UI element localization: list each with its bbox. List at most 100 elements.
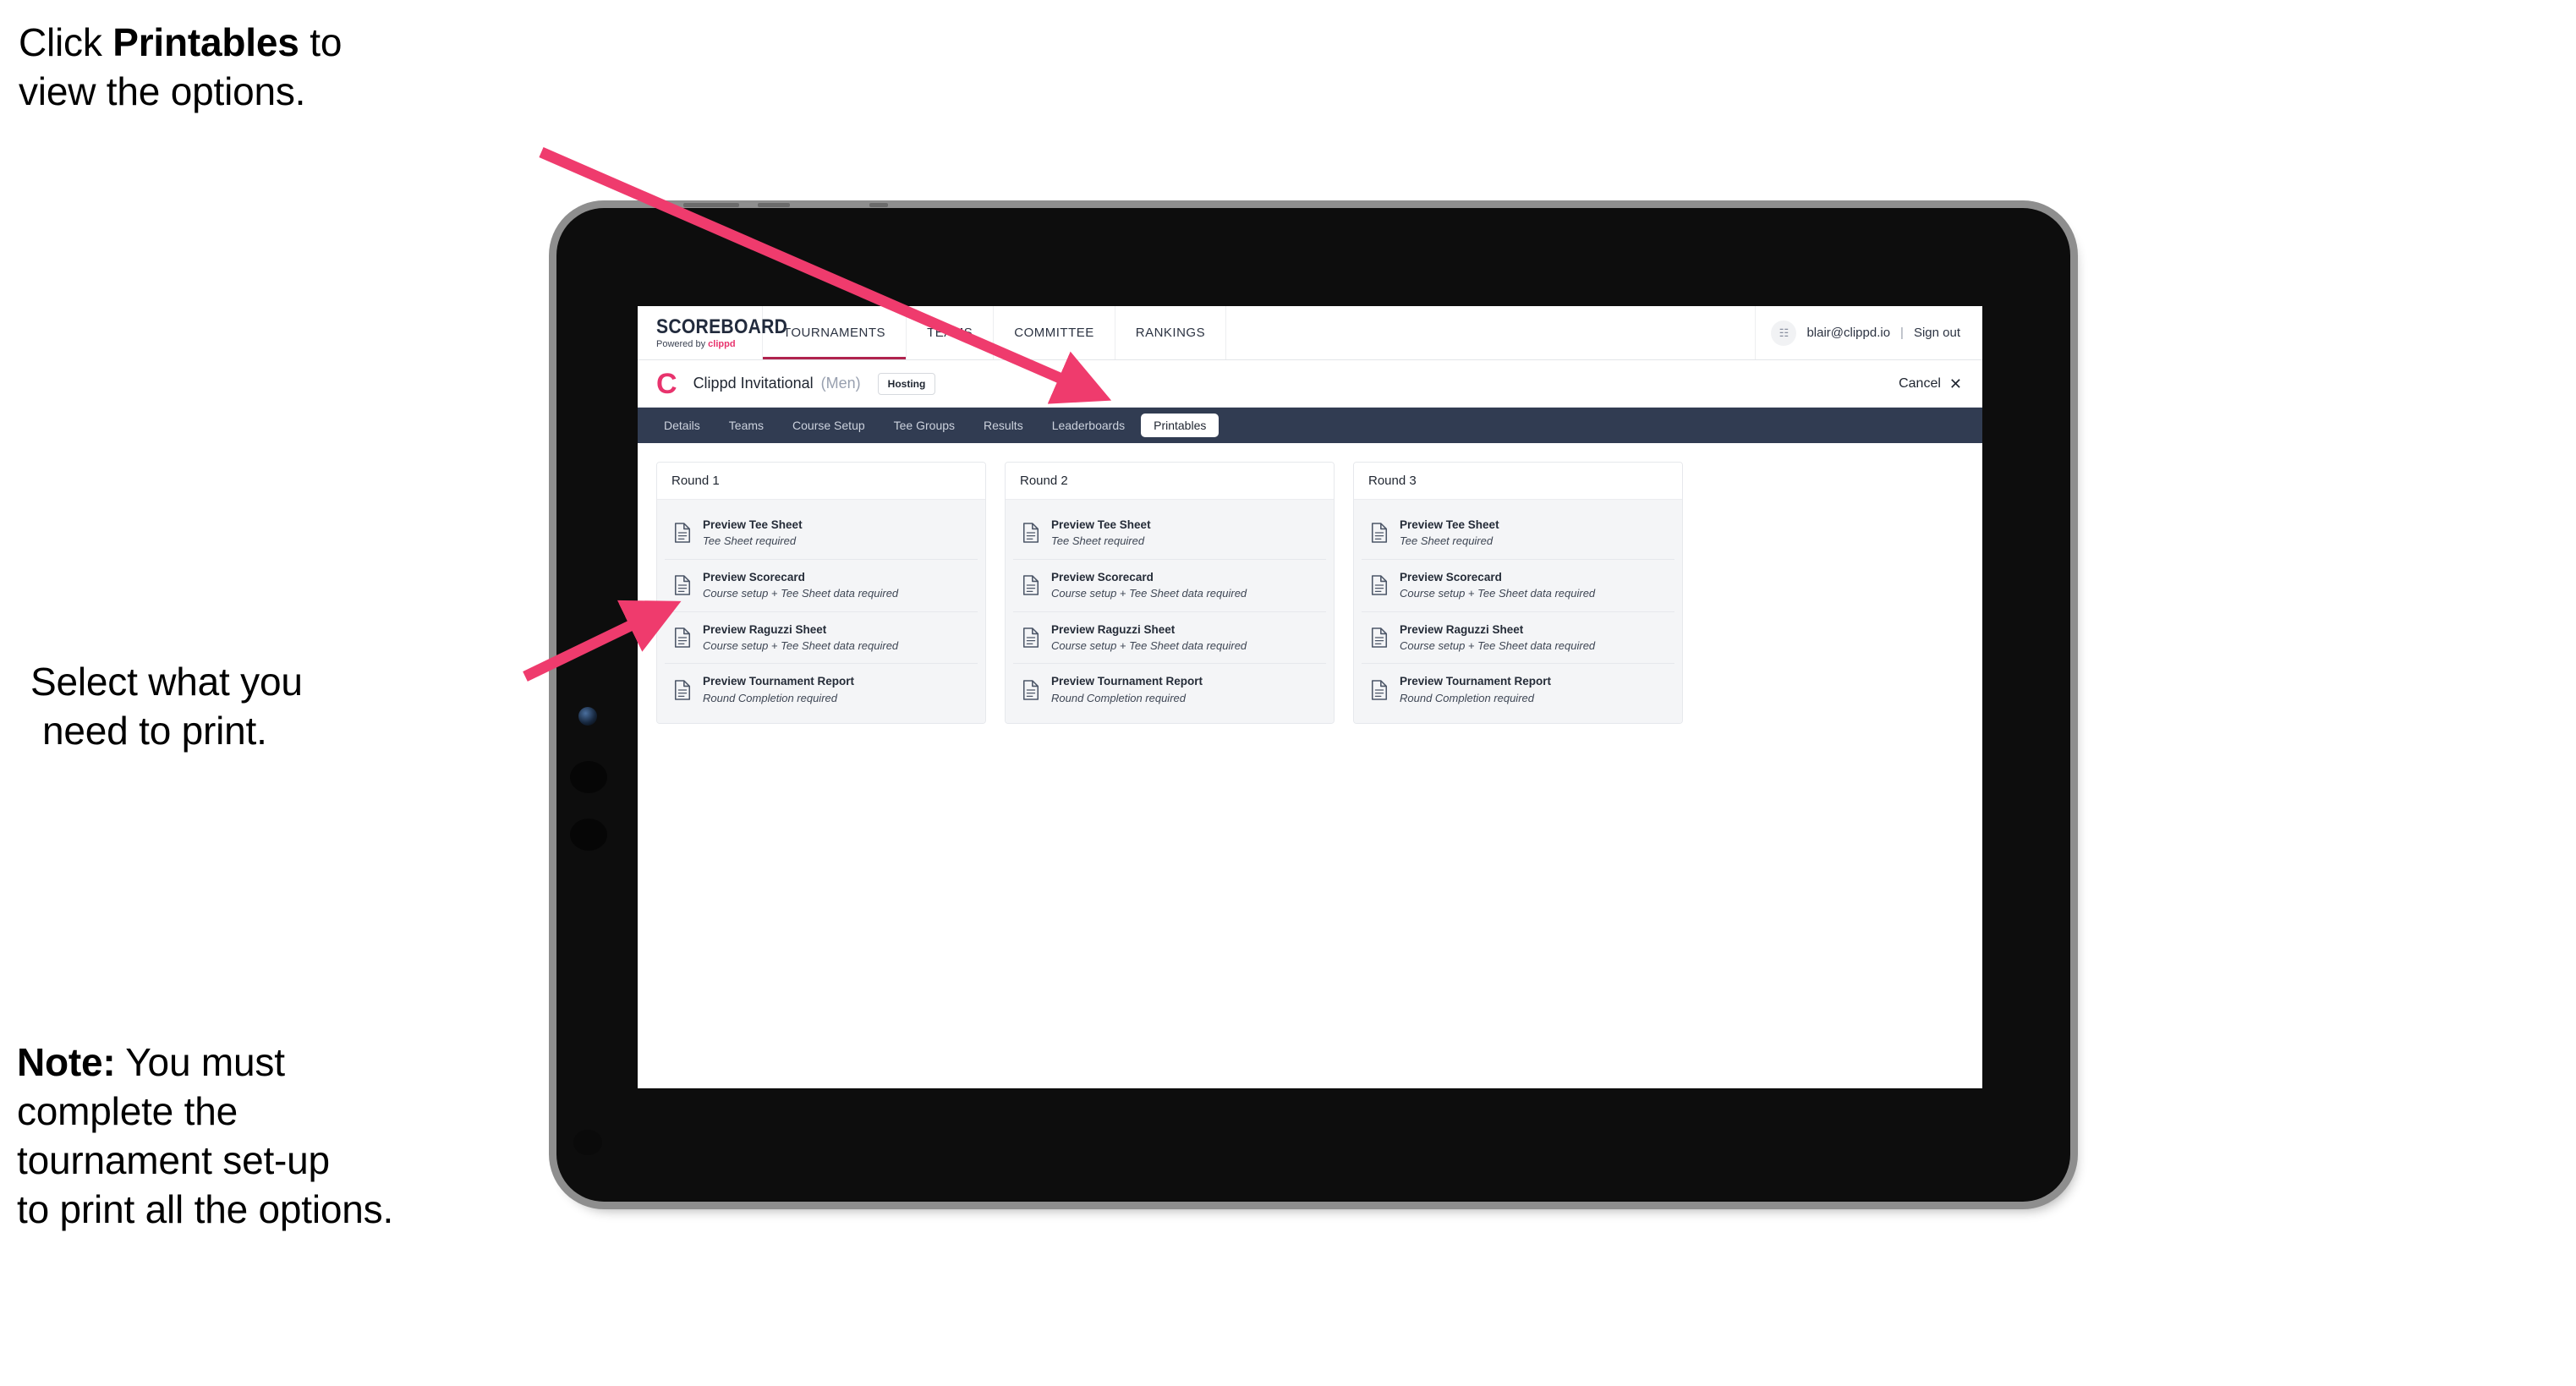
list-item-subtitle: Round Completion required — [1051, 691, 1186, 704]
list-item-title: Preview Tee Sheet — [1051, 518, 1151, 531]
note-label: Note: — [17, 1040, 116, 1084]
user-account-area: ☷ blair@clippd.io | Sign out — [1756, 306, 1982, 359]
list-item[interactable]: Preview Tee Sheet Tee Sheet required — [1013, 507, 1326, 560]
tournament-gender: (Men) — [820, 375, 861, 392]
document-icon — [1371, 575, 1388, 595]
topnav-item-committee[interactable]: COMMITTEE — [994, 306, 1115, 359]
list-item-title: Preview Raguzzi Sheet — [1051, 622, 1176, 636]
tablet-top-button-mark-1 — [683, 203, 739, 207]
list-item[interactable]: Preview Scorecard Course setup + Tee She… — [1362, 559, 1674, 612]
list-item-title: Preview Tee Sheet — [703, 518, 803, 531]
list-item[interactable]: Preview Tee Sheet Tee Sheet required — [665, 507, 978, 560]
round-card: Round 3 Preview Tee Sheet Tee Sheet requ… — [1353, 462, 1683, 725]
callout-2-line-2: need to print. — [42, 708, 267, 753]
round-item-list: Preview Tee Sheet Tee Sheet required Pre… — [657, 500, 985, 724]
list-item-text: Preview Raguzzi Sheet Course setup + Tee… — [1051, 623, 1247, 653]
tab-label-details: Details — [664, 419, 700, 432]
topnav-spacer — [1226, 306, 1757, 359]
list-item-subtitle: Round Completion required — [703, 691, 837, 704]
tab-details[interactable]: Details — [651, 414, 713, 437]
list-item-title: Preview Raguzzi Sheet — [703, 622, 827, 636]
document-icon — [674, 523, 691, 544]
topnav-item-rankings[interactable]: RANKINGS — [1115, 306, 1227, 359]
tab-label-printables: Printables — [1154, 419, 1207, 432]
list-item[interactable]: Preview Raguzzi Sheet Course setup + Tee… — [1362, 611, 1674, 665]
app-screen: SCOREBOARD Powered by clippd TOURNAMENTS… — [638, 306, 1982, 1088]
document-icon — [1371, 627, 1388, 648]
list-item-text: Preview Tee Sheet Tee Sheet required — [703, 518, 803, 548]
cancel-button[interactable]: Cancel ✕ — [1899, 376, 1962, 392]
round-item-list: Preview Tee Sheet Tee Sheet required Pre… — [1006, 500, 1334, 724]
list-item-title: Preview Tournament Report — [1051, 675, 1203, 688]
list-item-subtitle: Course setup + Tee Sheet data required — [1051, 638, 1247, 652]
document-icon — [1022, 523, 1039, 544]
close-icon: ✕ — [1948, 375, 1962, 392]
document-icon — [1022, 575, 1039, 595]
avatar[interactable]: ☷ — [1771, 320, 1797, 346]
tab-printables[interactable]: Printables — [1141, 414, 1219, 437]
tab-course-setup[interactable]: Course Setup — [780, 414, 878, 437]
topnav-item-tournaments[interactable]: TOURNAMENTS — [763, 306, 907, 359]
tab-label-tee-groups: Tee Groups — [893, 419, 956, 432]
tablet-top-button-mark-2 — [758, 203, 790, 207]
list-item-text: Preview Scorecard Course setup + Tee She… — [703, 571, 898, 600]
tab-tee-groups[interactable]: Tee Groups — [881, 414, 967, 437]
tab-label-course-setup: Course Setup — [792, 419, 865, 432]
click-printables-callout: Click Printables to view the options. — [19, 19, 577, 117]
list-item-subtitle: Course setup + Tee Sheet data required — [1400, 586, 1596, 600]
list-item-text: Preview Tournament Report Round Completi… — [1400, 675, 1551, 704]
tab-results[interactable]: Results — [971, 414, 1036, 437]
select-what-to-print-callout: Select what you need to print. — [30, 658, 555, 756]
list-item-title: Preview Scorecard — [1051, 570, 1154, 583]
callout-1-text-pre: Click — [19, 20, 113, 64]
brand-tagline-prefix: Powered by — [656, 338, 709, 349]
list-item-subtitle: Course setup + Tee Sheet data required — [703, 586, 899, 600]
hosting-badge: Hosting — [877, 372, 936, 395]
list-item-subtitle: Round Completion required — [1400, 691, 1534, 704]
topnav-label-committee: COMMITTEE — [1014, 326, 1094, 340]
tournament-name: Clippd Invitational — [693, 375, 814, 392]
tab-leaderboards[interactable]: Leaderboards — [1039, 414, 1137, 437]
list-item-title: Preview Tournament Report — [703, 675, 855, 688]
list-item[interactable]: Preview Scorecard Course setup + Tee She… — [665, 559, 978, 612]
list-item[interactable]: Preview Tournament Report Round Completi… — [1362, 664, 1674, 716]
list-item-text: Preview Tournament Report Round Completi… — [1051, 675, 1203, 704]
list-item[interactable]: Preview Scorecard Course setup + Tee She… — [1013, 559, 1326, 612]
list-item-text: Preview Raguzzi Sheet Course setup + Tee… — [703, 623, 898, 653]
printables-panel: Round 1 Preview Tee Sheet Tee Sheet requ… — [638, 443, 1982, 725]
topnav-label-rankings: RANKINGS — [1135, 326, 1206, 340]
list-item[interactable]: Preview Raguzzi Sheet Course setup + Tee… — [665, 611, 978, 665]
tablet-device-frame: SCOREBOARD Powered by clippd TOURNAMENTS… — [556, 203, 2070, 1202]
brand-tagline-clippd: clippd — [708, 338, 736, 349]
document-icon — [1022, 627, 1039, 648]
topnav-label-tournaments: TOURNAMENTS — [783, 326, 886, 340]
tablet-top-button-mark-3 — [869, 203, 888, 207]
list-item-title: Preview Scorecard — [703, 570, 805, 583]
list-item-subtitle: Tee Sheet required — [1051, 534, 1145, 548]
tournament-header: C Clippd Invitational (Men) Hosting Canc… — [638, 360, 1982, 408]
list-item[interactable]: Preview Raguzzi Sheet Course setup + Tee… — [1013, 611, 1326, 665]
list-item-text: Preview Scorecard Course setup + Tee She… — [1051, 571, 1247, 600]
scoreboard-logo[interactable]: SCOREBOARD Powered by clippd — [638, 306, 787, 359]
round-card: Round 1 Preview Tee Sheet Tee Sheet requ… — [656, 462, 986, 725]
list-item[interactable]: Preview Tournament Report Round Completi… — [1013, 664, 1326, 716]
volume-down-button[interactable] — [570, 819, 607, 851]
list-item[interactable]: Preview Tournament Report Round Completi… — [665, 664, 978, 716]
list-item-title: Preview Raguzzi Sheet — [1400, 622, 1524, 636]
callout-1-text-post: to — [299, 20, 343, 64]
list-item-text: Preview Tournament Report Round Completi… — [703, 675, 854, 704]
list-item-title: Preview Tournament Report — [1400, 675, 1552, 688]
round-title: Round 3 — [1354, 463, 1682, 500]
volume-up-button[interactable] — [570, 761, 607, 793]
document-icon — [1371, 523, 1388, 544]
tab-teams[interactable]: Teams — [716, 414, 776, 437]
bezel-sensor-dot — [573, 1130, 602, 1155]
document-icon — [674, 679, 691, 700]
sign-out-link[interactable]: Sign out — [1914, 326, 1960, 340]
topnav-item-teams[interactable]: TEAMS — [907, 306, 995, 359]
list-item[interactable]: Preview Tee Sheet Tee Sheet required — [1362, 507, 1674, 560]
list-item-title: Preview Tee Sheet — [1400, 518, 1499, 531]
callout-2-line-1: Select what you — [30, 660, 303, 704]
list-item-text: Preview Raguzzi Sheet Course setup + Tee… — [1400, 623, 1595, 653]
tab-label-results: Results — [984, 419, 1023, 432]
